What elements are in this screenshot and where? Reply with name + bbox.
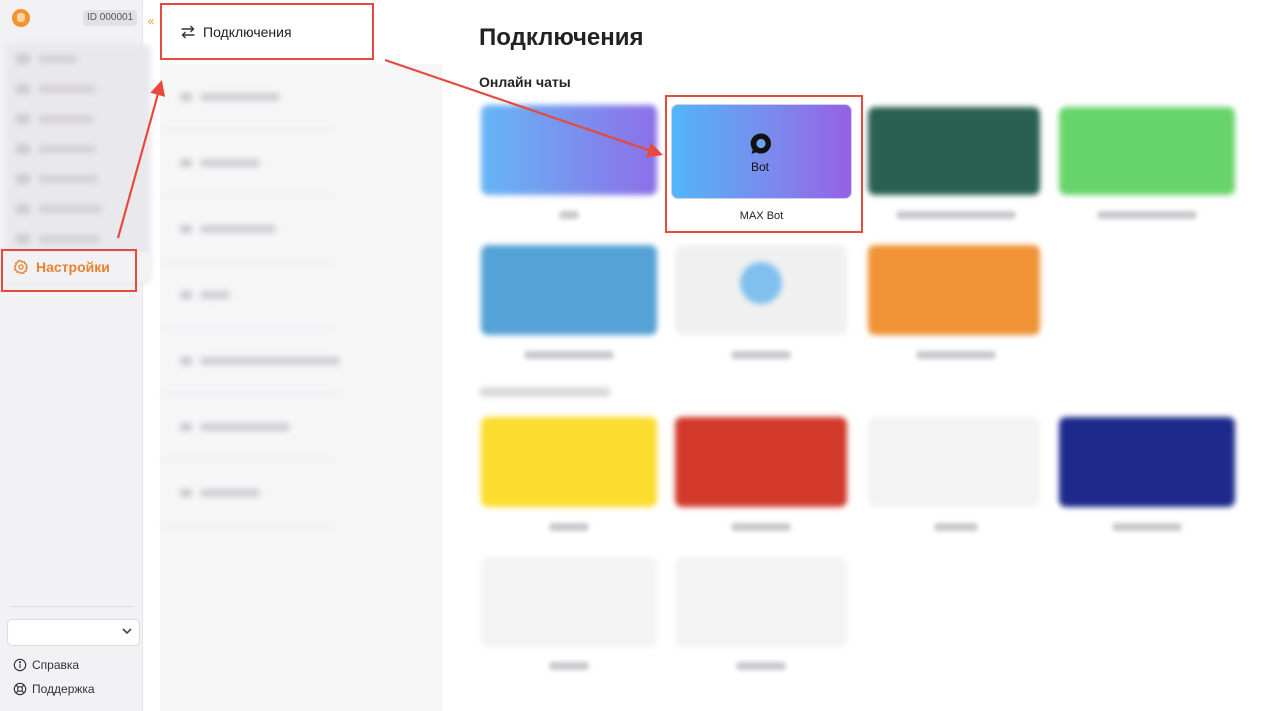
integration-card-label (1057, 210, 1237, 222)
submenu-item[interactable] (160, 196, 335, 262)
max-logo-icon (750, 133, 771, 154)
integration-card-label (866, 350, 1046, 362)
integration-card-label (866, 522, 1046, 534)
lifebuoy-icon (13, 682, 27, 696)
workspace-select[interactable] (7, 619, 140, 646)
submenu-item-label: Подключения (203, 23, 292, 40)
submenu-item[interactable] (160, 460, 335, 526)
sidebar-item[interactable] (6, 104, 151, 134)
divider (10, 606, 134, 607)
submenu-items-blurred (160, 64, 442, 534)
integration-card-label (1057, 522, 1237, 534)
integration-card[interactable] (675, 557, 847, 647)
swap-arrows-icon (181, 25, 195, 38)
support-link[interactable]: Поддержка (13, 682, 95, 696)
integration-card[interactable] (1059, 417, 1235, 507)
integration-card-label (479, 522, 659, 534)
settings-submenu (160, 64, 442, 711)
integration-card[interactable] (868, 245, 1040, 335)
integration-card[interactable] (481, 245, 657, 335)
sidebar-item[interactable] (6, 164, 151, 194)
section-title-blurred (479, 387, 611, 397)
submenu-item[interactable] (160, 64, 335, 130)
integration-card-label (479, 661, 659, 673)
integration-card[interactable] (481, 417, 657, 507)
submenu-item[interactable] (160, 130, 335, 196)
integration-card[interactable] (481, 105, 657, 195)
submenu-item[interactable] (160, 328, 340, 394)
sidebar: ID 000001 Настройки Справка Поддержка (0, 0, 151, 711)
integration-card-label (479, 210, 659, 222)
account-id-badge: ID 000001 (83, 10, 138, 26)
integration-card-logo (740, 262, 782, 304)
integration-card-label (479, 350, 659, 362)
integration-card-label (866, 210, 1046, 222)
submenu-item-connections[interactable]: Подключения (160, 3, 374, 60)
integration-card[interactable] (868, 417, 1040, 507)
integration-card[interactable] (868, 107, 1040, 195)
sidebar-item[interactable] (6, 194, 151, 224)
integration-card[interactable] (675, 417, 847, 507)
integration-card-label: MAX Bot (739, 210, 784, 222)
sidebar-item[interactable] (6, 44, 151, 74)
sidebar-nav-blurred (6, 44, 151, 284)
app-logo[interactable] (12, 9, 30, 27)
integration-card-label (671, 522, 851, 534)
sidebar-item[interactable] (6, 134, 151, 164)
support-label: Поддержка (32, 682, 95, 696)
collapse-sidebar-button[interactable]: « (143, 12, 159, 30)
max-bot-logo-text: Bot (751, 160, 770, 174)
help-label: Справка (32, 658, 80, 672)
help-link[interactable]: Справка (13, 658, 79, 672)
integration-card[interactable] (1059, 107, 1235, 195)
highlight-frame-settings (1, 249, 137, 292)
info-icon (13, 658, 27, 672)
submenu-item[interactable] (160, 262, 335, 328)
integration-card[interactable] (481, 557, 657, 647)
submenu-item[interactable] (160, 394, 335, 460)
page-title: Подключения (479, 24, 644, 51)
integration-card-label (671, 661, 851, 673)
integration-card-label (671, 350, 851, 362)
chevron-down-icon (121, 625, 133, 640)
sidebar-item[interactable] (6, 74, 151, 104)
section-title-online-chats: Онлайн чаты (479, 74, 571, 90)
